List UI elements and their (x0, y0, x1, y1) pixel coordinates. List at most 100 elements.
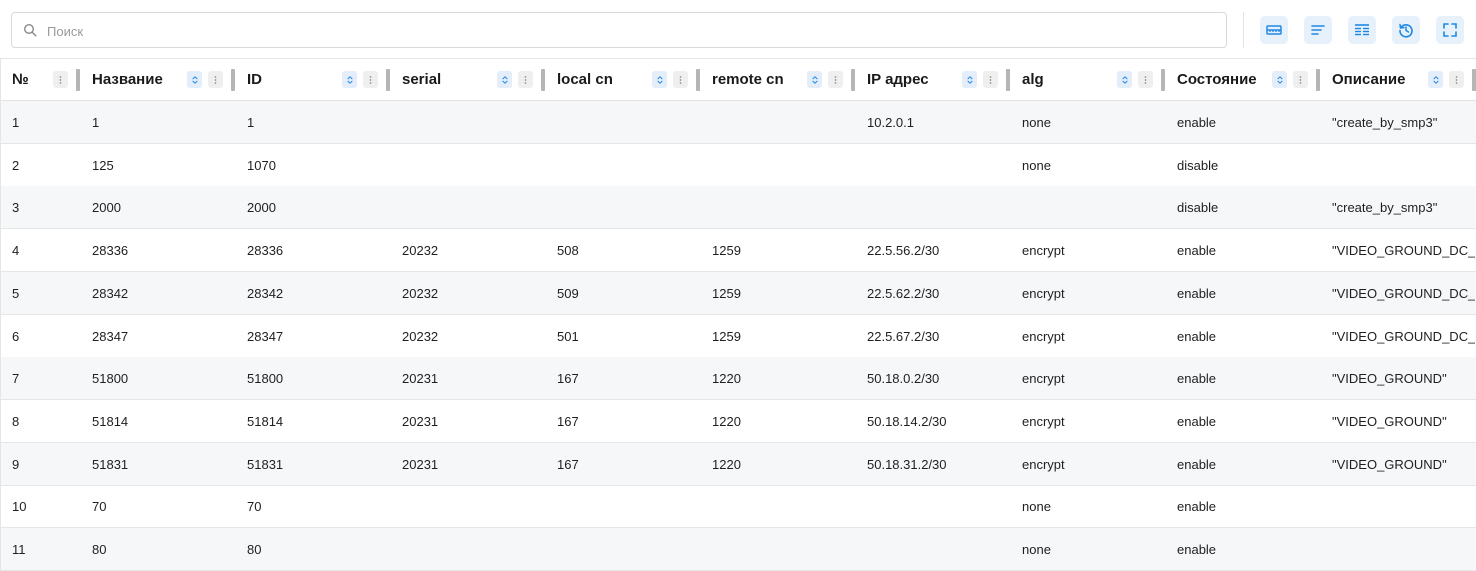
cell-description: "VIDEO_GROUND" (1332, 371, 1447, 387)
sort-button[interactable] (962, 71, 977, 88)
column-menu-button[interactable] (1449, 71, 1464, 88)
column-resize-handle[interactable] (541, 69, 545, 91)
cell-remote-cn: 1220 (712, 371, 741, 387)
sort-icon (346, 75, 353, 84)
cell-description: "VIDEO_GROUND" (1332, 456, 1447, 472)
column-resize-handle[interactable] (1472, 69, 1476, 91)
column-header-state[interactable]: Состояние (1166, 59, 1321, 101)
sort-button[interactable] (652, 71, 667, 88)
table-row[interactable]: 10 70 70 none enable (1, 485, 1476, 529)
column-menu-button[interactable] (518, 71, 533, 88)
column-header-local-cn[interactable]: local cn (546, 59, 701, 101)
table-row[interactable]: 4 28336 28336 20232 508 1259 22.5.56.2/30 encry… (1, 229, 1476, 273)
column-resize-handle[interactable] (1316, 69, 1320, 91)
sort-icon (1276, 75, 1283, 84)
cell-ip-address: 50.18.31.2/30 (867, 456, 947, 472)
column-menu-button[interactable] (1138, 71, 1153, 88)
table-row[interactable]: 3 2000 2000 disable "create_by_smp3" (1, 186, 1476, 230)
cell-local-cn: 167 (557, 413, 579, 429)
cell-local-cn: 501 (557, 328, 579, 344)
table-row[interactable]: 6 28347 28347 20232 501 1259 22.5.67.2/30 encry… (1, 315, 1476, 358)
sort-button[interactable] (1117, 71, 1132, 88)
fullscreen-icon (1443, 23, 1457, 37)
column-header-id[interactable]: ID (236, 59, 391, 101)
more-vertical-icon (1299, 75, 1302, 84)
column-header-ip-address[interactable]: IP адрес (856, 59, 1011, 101)
column-menu-button[interactable] (53, 71, 68, 88)
column-menu-button[interactable] (208, 71, 223, 88)
cell-name: 28347 (92, 328, 129, 344)
cell-id: 51831 (247, 456, 284, 472)
column-resize-handle[interactable] (1006, 69, 1010, 91)
column-header-number[interactable]: № (1, 59, 81, 101)
column-resize-handle[interactable] (696, 69, 700, 91)
cell-alg: encrypt (1022, 285, 1065, 301)
cell-number: 3 (12, 200, 20, 216)
align-left-icon (1311, 25, 1325, 35)
column-header-remote-cn[interactable]: remote cn (701, 59, 856, 101)
cell-local-cn: 509 (557, 285, 579, 301)
cell-ip-address: 22.5.56.2/30 (867, 243, 940, 259)
column-menu-button[interactable] (363, 71, 378, 88)
column-menu-button[interactable] (673, 71, 688, 88)
column-menu-button[interactable] (828, 71, 843, 88)
cell-state: enable (1177, 328, 1217, 344)
column-header-description[interactable]: Описание (1321, 59, 1476, 101)
fullscreen-button[interactable] (1436, 16, 1464, 44)
sort-button[interactable] (1272, 71, 1287, 88)
cell-number: 4 (12, 243, 20, 259)
cell-description: "create_by_smp3" (1332, 115, 1438, 130)
sort-button[interactable] (497, 71, 512, 88)
more-vertical-icon (524, 75, 527, 84)
search-input[interactable] (47, 21, 1207, 41)
sort-icon (656, 75, 663, 84)
column-resize-handle[interactable] (851, 69, 855, 91)
column-menu-button[interactable] (983, 71, 998, 88)
cell-alg: none (1022, 542, 1051, 557)
sort-icon (191, 75, 198, 84)
column-header-serial[interactable]: serial (391, 59, 546, 101)
table-row[interactable]: 5 28342 28342 20232 509 1259 22.5.62.2/30 encry… (1, 271, 1476, 315)
column-header-label: IP адрес (867, 71, 929, 88)
column-menu-button[interactable] (1293, 71, 1308, 88)
sort-button[interactable] (1428, 71, 1443, 88)
cell-ip-address: 22.5.67.2/30 (867, 328, 940, 344)
table-row[interactable]: 1 1 1 10.2.0.1 none enable "create_by_smp3" (1, 101, 1476, 144)
align-button[interactable] (1304, 16, 1332, 44)
table-row[interactable]: 9 51831 51831 20231 167 1220 50.18.31.2/30 encr… (1, 442, 1476, 486)
column-header-name[interactable]: Название (81, 59, 236, 101)
cell-serial: 20231 (402, 371, 439, 387)
column-header-label: Описание (1332, 71, 1406, 88)
column-resize-handle[interactable] (386, 69, 390, 91)
cell-id: 51814 (247, 413, 284, 429)
cell-name: 2000 (92, 200, 121, 216)
sort-button[interactable] (187, 71, 202, 88)
cell-local-cn: 508 (557, 243, 579, 259)
sort-button[interactable] (342, 71, 357, 88)
column-header-label: № (12, 71, 29, 88)
cell-state: enable (1177, 115, 1217, 130)
column-resize-handle[interactable] (1161, 69, 1165, 91)
cell-number: 6 (12, 328, 20, 344)
column-resize-handle[interactable] (231, 69, 235, 91)
column-header-alg[interactable]: alg (1011, 59, 1166, 101)
table-row[interactable]: 11 80 80 none enable (1, 528, 1476, 571)
more-vertical-icon (1144, 75, 1147, 84)
ruler-icon (1266, 25, 1282, 35)
reset-button[interactable] (1392, 16, 1420, 44)
sort-icon (1121, 75, 1128, 84)
table-header: № Название ID serial local cn remote cn IP адр… (1, 59, 1476, 101)
cell-id: 28336 (247, 243, 284, 259)
cell-description: "VIDEO_GROUND" (1332, 413, 1447, 429)
columns-button[interactable] (1348, 16, 1376, 44)
search-box[interactable] (11, 12, 1227, 48)
table-row[interactable]: 7 51800 51800 20231 167 1220 50.18.0.2/30 encry… (1, 357, 1476, 401)
cell-remote-cn: 1259 (712, 285, 741, 301)
cell-number: 7 (12, 371, 20, 387)
cell-id: 1 (247, 115, 255, 130)
column-resize-handle[interactable] (76, 69, 80, 91)
density-button[interactable] (1260, 16, 1288, 44)
sort-button[interactable] (807, 71, 822, 88)
table-row[interactable]: 2 125 1070 none disable (1, 144, 1476, 187)
table-row[interactable]: 8 51814 51814 20231 167 1220 50.18.14.2/30 encr… (1, 400, 1476, 443)
